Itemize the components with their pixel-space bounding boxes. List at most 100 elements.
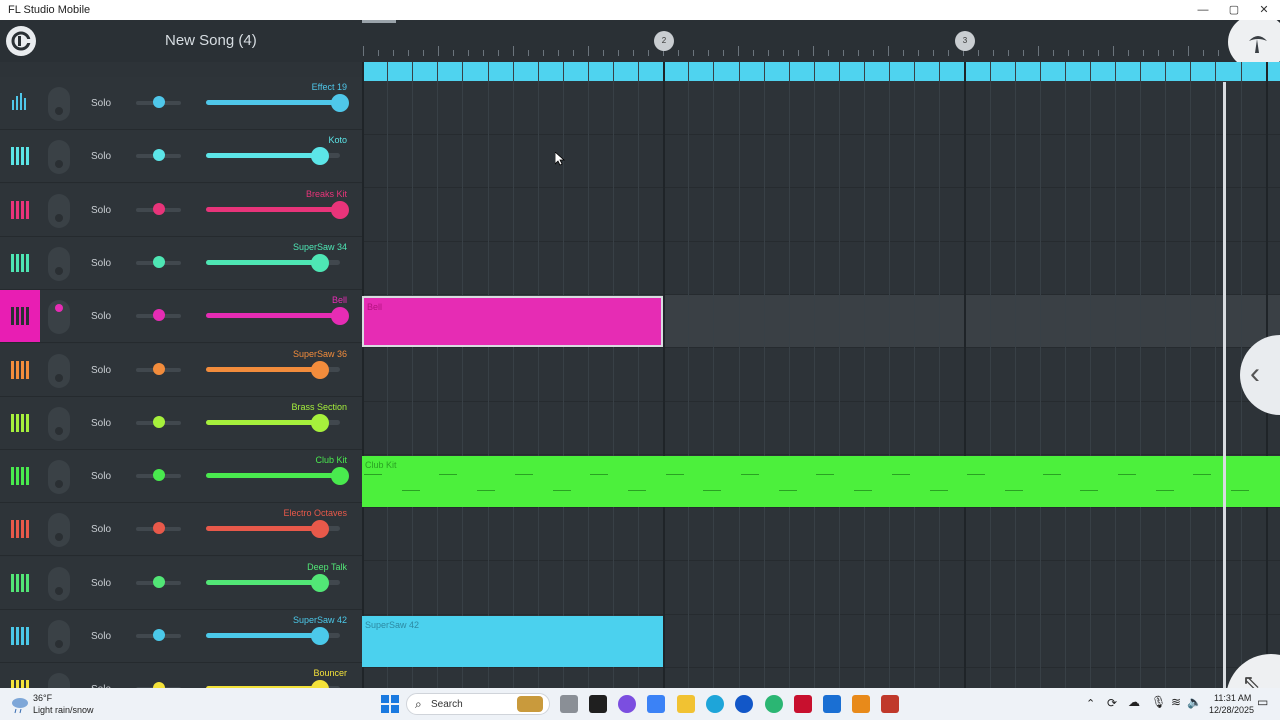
mcafee-icon[interactable] xyxy=(794,695,812,713)
instrument-icon-button[interactable] xyxy=(0,450,40,502)
volume-icon[interactable]: 🔈 xyxy=(1187,695,1202,709)
volume-knob[interactable] xyxy=(310,573,329,592)
support-icon[interactable] xyxy=(765,695,783,713)
volume-knob[interactable] xyxy=(331,467,349,486)
mute-toggle[interactable] xyxy=(48,246,70,281)
close-button[interactable]: ✕ xyxy=(1249,0,1279,20)
solo-button[interactable]: Solo xyxy=(91,524,111,535)
store-icon[interactable] xyxy=(647,695,665,713)
solo-button[interactable]: Solo xyxy=(91,258,111,269)
volume-knob[interactable] xyxy=(310,627,329,645)
track-row[interactable]: Solo Breaks Kit xyxy=(0,183,362,237)
clip-supersaw-42[interactable]: SuperSaw 42 xyxy=(362,616,663,667)
pan-knob[interactable] xyxy=(152,522,165,535)
solo-button[interactable]: Solo xyxy=(91,311,111,322)
volume-knob[interactable] xyxy=(310,413,329,432)
mute-toggle[interactable] xyxy=(48,193,70,228)
maximize-button[interactable]: ▢ xyxy=(1219,0,1249,20)
solo-button[interactable]: Solo xyxy=(91,365,111,376)
notification-icon[interactable]: ▭ xyxy=(1257,695,1268,709)
mute-toggle[interactable] xyxy=(48,673,70,688)
pan-knob[interactable] xyxy=(152,415,165,428)
volume-knob[interactable] xyxy=(331,200,349,219)
instrument-icon-button[interactable] xyxy=(0,663,40,688)
pan-knob[interactable] xyxy=(152,96,165,108)
windows-start-icon[interactable] xyxy=(381,695,399,713)
track-row[interactable]: Solo Brass Section xyxy=(0,396,362,450)
volume-knob[interactable] xyxy=(331,94,349,112)
taskbar-search[interactable]: ⌕ Search xyxy=(406,693,550,715)
instrument-icon-button[interactable] xyxy=(0,397,40,449)
pan-knob[interactable] xyxy=(152,469,165,482)
solo-button[interactable]: Solo xyxy=(91,578,111,589)
volume-knob[interactable] xyxy=(331,307,349,326)
bar-marker-3[interactable]: 3 xyxy=(955,31,975,51)
volume-knob[interactable] xyxy=(310,680,329,688)
instrument-icon-button[interactable] xyxy=(0,290,40,343)
mute-toggle[interactable] xyxy=(48,566,70,601)
clip-bell[interactable]: Bell xyxy=(362,296,663,348)
instrument-icon-button[interactable] xyxy=(0,184,40,236)
song-title[interactable]: New Song (4) xyxy=(165,32,257,49)
outlook-icon[interactable] xyxy=(823,695,841,713)
widgets-icon[interactable] xyxy=(589,695,607,713)
bar-marker-2[interactable]: 2 xyxy=(654,31,674,51)
playhead[interactable] xyxy=(1223,82,1226,688)
pan-knob[interactable] xyxy=(152,362,165,375)
lane[interactable] xyxy=(362,668,1280,688)
mute-toggle[interactable] xyxy=(48,140,70,175)
track-row[interactable]: Solo Club Kit xyxy=(0,450,362,504)
track-row[interactable]: Solo Electro Octaves xyxy=(0,503,362,557)
solo-button[interactable]: Solo xyxy=(91,151,111,162)
solo-button[interactable]: Solo xyxy=(91,471,111,482)
instrument-icon-button[interactable] xyxy=(0,557,40,609)
clip-club-kit[interactable]: Club Kit xyxy=(362,456,1280,508)
pan-knob[interactable] xyxy=(152,309,165,322)
track-row[interactable]: Solo SuperSaw 34 xyxy=(0,236,362,290)
instrument-icon-button[interactable] xyxy=(0,344,40,396)
track-row[interactable]: Solo Deep Talk xyxy=(0,556,362,610)
track-row[interactable]: Solo Bell xyxy=(0,290,362,344)
solo-button[interactable]: Solo xyxy=(91,205,111,216)
volume-knob[interactable] xyxy=(310,253,329,272)
mute-toggle[interactable] xyxy=(48,87,70,121)
track-row[interactable]: SoloBouncer xyxy=(0,663,362,688)
lane[interactable] xyxy=(362,508,1280,562)
track-row[interactable]: Solo SuperSaw 42 xyxy=(0,610,362,663)
volume-knob[interactable] xyxy=(310,147,329,166)
mute-toggle[interactable] xyxy=(48,353,70,388)
task-view-icon[interactable] xyxy=(560,695,578,713)
lane[interactable] xyxy=(362,82,1280,135)
microphone-icon[interactable]: 🎙 xyxy=(1151,695,1166,709)
track-row[interactable]: Solo Koto xyxy=(0,130,362,184)
fl-menu-icon[interactable] xyxy=(6,26,36,56)
track-row[interactable]: Solo SuperSaw 36 xyxy=(0,343,362,397)
volume-knob[interactable] xyxy=(310,360,329,379)
volume-knob[interactable] xyxy=(310,520,329,539)
app-taskbar-icon[interactable] xyxy=(881,695,899,713)
lane[interactable] xyxy=(362,135,1280,189)
solo-button[interactable]: Solo xyxy=(91,418,111,429)
lane[interactable] xyxy=(362,348,1280,402)
pan-knob[interactable] xyxy=(152,255,165,268)
clock-time[interactable]: 11:31 AM xyxy=(1214,693,1251,703)
solo-button[interactable]: Solo xyxy=(91,98,111,109)
file-explorer-icon[interactable] xyxy=(677,695,695,713)
mute-toggle[interactable] xyxy=(48,406,70,441)
solo-button[interactable]: Solo xyxy=(91,631,111,642)
timeline-ruler[interactable]: 2 3 xyxy=(362,20,1280,70)
instrument-icon-button[interactable] xyxy=(0,610,40,662)
track-row[interactable]: Solo Effect 19 xyxy=(0,77,362,130)
clip-top-partial[interactable] xyxy=(362,62,1280,81)
lane[interactable] xyxy=(362,188,1280,242)
arrangement-grid[interactable]: Bell Club Kit SuperSaw 42 xyxy=(362,62,1280,688)
instrument-icon-button[interactable] xyxy=(0,77,40,129)
pan-knob[interactable] xyxy=(152,149,165,162)
fl-studio-taskbar-icon[interactable] xyxy=(852,695,870,713)
mute-toggle[interactable] xyxy=(48,513,70,548)
sync-icon[interactable]: ⟳ xyxy=(1107,696,1117,710)
onedrive-icon[interactable]: ☁ xyxy=(1128,695,1140,709)
instrument-icon-button[interactable] xyxy=(0,130,40,182)
instrument-icon-button[interactable] xyxy=(0,503,40,555)
lane[interactable] xyxy=(362,561,1280,615)
